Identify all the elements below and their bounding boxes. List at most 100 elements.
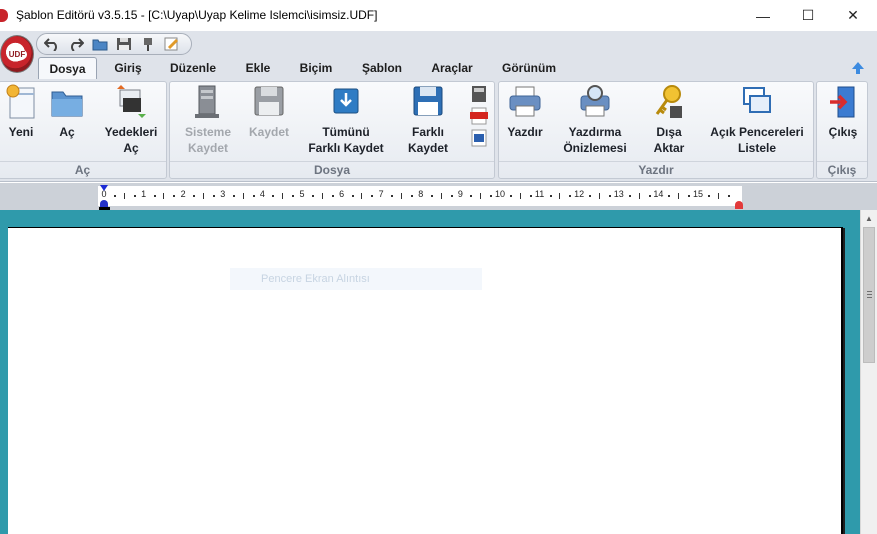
edit-button[interactable] [161, 35, 183, 53]
ruler-tick [232, 195, 235, 197]
tab-duzenle[interactable]: Düzenle [162, 57, 224, 79]
ruler-tick [519, 193, 521, 199]
close-button[interactable]: ✕ [830, 0, 876, 31]
group-ac: Yeni Aç Yedekleri Aç Aç [0, 81, 167, 179]
list-open-windows-button[interactable]: Açık Pencereleri Listele [705, 84, 809, 156]
grip-line [867, 294, 872, 295]
page-shadow [843, 228, 845, 534]
ruler-number: 1 [141, 189, 147, 199]
ruler-tick [173, 195, 176, 197]
horizontal-ruler[interactable]: 0 1 2 3 4 5 6 7 8 9 10 11 12 13 14 15 [98, 186, 742, 206]
group-dosya: Sisteme Kaydet Kaydet Tümünü Farklı Kayd… [169, 81, 495, 179]
ruler-tick [440, 193, 442, 199]
print-button[interactable]: Yazdır [505, 84, 545, 140]
ruler-tick [628, 195, 631, 197]
ribbon-tabs: Dosya Giriş Düzenle Ekle Biçim Şablon Ar… [0, 57, 877, 79]
ruler-tick [638, 193, 640, 199]
ruler-tick [351, 195, 354, 197]
save-button[interactable] [113, 35, 135, 53]
ruler-tick [430, 195, 433, 197]
faint-overlay-text: Pencere Ekran Alıntısı [230, 268, 482, 290]
save-as-button[interactable]: Farklı Kaydet [404, 84, 452, 156]
undo-button[interactable] [41, 35, 63, 53]
printer-icon [509, 86, 541, 117]
ruler-tick [470, 195, 473, 197]
ruler-number: 15 [692, 189, 704, 199]
tab-araclar[interactable]: Araçlar [423, 57, 481, 79]
ruler-tick [717, 193, 719, 199]
ribbon: Yeni Aç Yedekleri Aç Aç Sisteme Kaydet K… [0, 79, 877, 182]
ruler-tick [133, 195, 136, 197]
open-backups-button[interactable]: Yedekleri Aç [99, 84, 163, 156]
group-label-yazdir: Yazdır [499, 161, 813, 178]
tab-dosya[interactable]: Dosya [38, 57, 97, 79]
floppy-icon [254, 86, 284, 116]
tab-ekle[interactable]: Ekle [238, 57, 278, 79]
app-icon[interactable] [0, 9, 8, 22]
ruler-tick [212, 195, 215, 197]
ruler-tick [311, 195, 314, 197]
ruler-tick [371, 195, 374, 197]
quick-access-toolbar [36, 33, 192, 55]
ruler-tick [569, 195, 572, 197]
undo-icon [44, 38, 57, 51]
open-folder-icon [92, 39, 108, 51]
collapse-ribbon-icon[interactable] [850, 60, 866, 76]
ruler-tick [292, 195, 295, 197]
first-line-indent-marker[interactable] [100, 185, 108, 191]
ruler-tick [272, 195, 275, 197]
ruler-tick [599, 193, 600, 199]
print-preview-icon [580, 85, 610, 117]
export-button[interactable]: Dışa Aktar [647, 84, 691, 156]
pin-button[interactable] [137, 35, 159, 53]
save-disabled-button[interactable]: Kaydet [244, 84, 294, 140]
group-label-cikis: Çıkış [817, 161, 867, 178]
ruler-tick [401, 193, 402, 199]
save-icon [117, 38, 131, 50]
new-button[interactable]: Yeni [1, 84, 41, 140]
ruler-tick [549, 195, 552, 197]
tab-bicim[interactable]: Biçim [291, 57, 341, 79]
ruler-number: 4 [259, 189, 265, 199]
ruler-number: 10 [494, 189, 506, 199]
redo-button[interactable] [65, 35, 87, 53]
scroll-thumb[interactable] [863, 227, 875, 363]
application-menu-button[interactable]: UDF [0, 35, 34, 73]
right-indent-marker[interactable] [735, 201, 743, 209]
group-label-dosya: Dosya [170, 161, 494, 178]
window-title: Şablon Editörü v3.5.15 - [C:\Uyap\Uyap K… [16, 8, 378, 22]
print-preview-button[interactable]: Yazdırma Önizlemesi [561, 84, 629, 156]
save-to-system-button[interactable]: Sisteme Kaydet [182, 84, 234, 156]
tab-sablon[interactable]: Şablon [353, 57, 411, 79]
exit-button[interactable]: Çıkış [821, 84, 865, 140]
ruler-tick [321, 193, 323, 199]
ruler-tick [678, 193, 680, 199]
ruler-tick [193, 195, 196, 197]
tab-gorunum[interactable]: Görünüm [494, 57, 564, 79]
maximize-button[interactable]: ☐ [785, 0, 831, 31]
folder-icon [51, 91, 83, 117]
ruler-tick [163, 193, 165, 199]
word-icon[interactable] [470, 129, 488, 147]
open-button[interactable] [89, 35, 111, 53]
print-preview-small-icon[interactable] [470, 85, 488, 103]
open-file-button[interactable]: Aç [47, 84, 87, 140]
vertical-scrollbar[interactable]: ▲ [860, 210, 877, 534]
ruler-tick [361, 193, 363, 199]
ruler-tick [727, 195, 730, 197]
ruler-number: 12 [574, 189, 585, 199]
ruler-number: 9 [457, 189, 463, 199]
save-all-as-button[interactable]: Tümünü Farklı Kaydet [306, 84, 386, 156]
pdf-icon[interactable] [470, 107, 488, 125]
ruler-tick [529, 195, 532, 197]
ruler-number: 3 [220, 189, 226, 199]
minimize-button[interactable]: — [740, 0, 786, 31]
title-bar: Şablon Editörü v3.5.15 - [C:\Uyap\Uyap K… [0, 0, 877, 31]
ruler-tick [480, 193, 482, 199]
ruler-tick [391, 195, 394, 197]
tab-giris[interactable]: Giriş [106, 57, 150, 79]
scroll-up-button[interactable]: ▲ [861, 210, 877, 227]
ruler-tick [450, 195, 453, 197]
grip-line [867, 297, 872, 298]
save-as-icon [413, 86, 443, 116]
